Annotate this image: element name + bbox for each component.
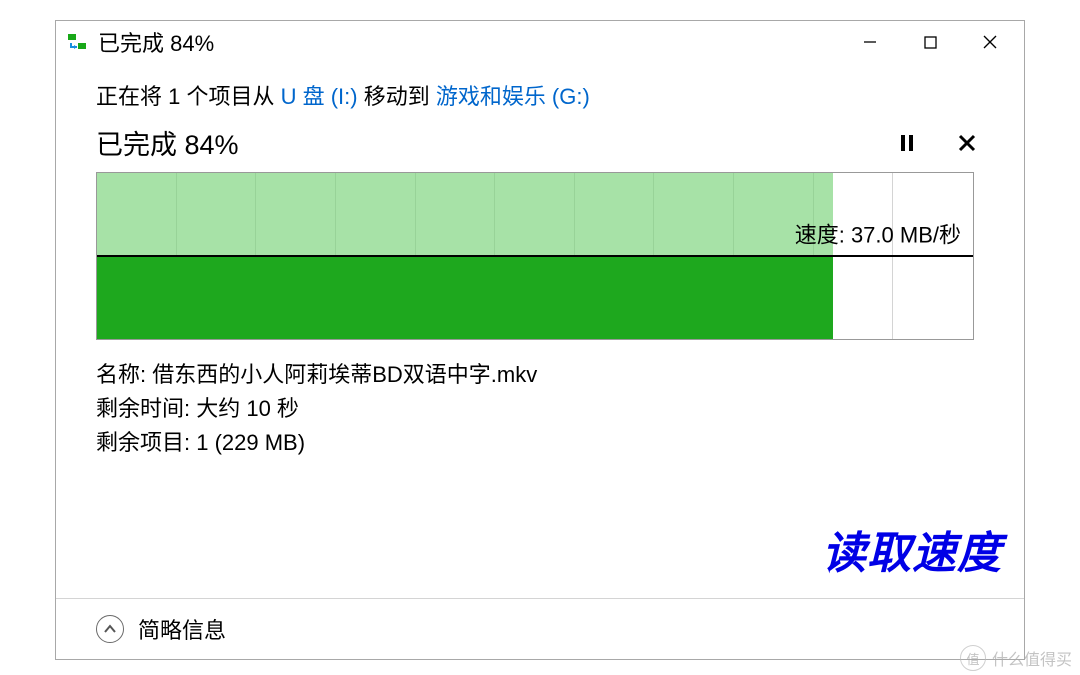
chart-fill-lower [97, 256, 833, 339]
annotation-overlay: 读取速度 [822, 517, 1002, 581]
items-remaining-row: 剩余项目: 1 (229 MB) [96, 426, 984, 460]
transfer-description: 正在将 1 个项目从 U 盘 (I:) 移动到 游戏和娱乐 (G:) [96, 79, 984, 111]
name-label: 名称: [96, 362, 152, 387]
status-text: 已完成 84% [96, 123, 239, 162]
window-controls [840, 22, 1020, 62]
items-value: 1 (229 MB) [196, 430, 305, 455]
source-location-link[interactable]: U 盘 (I:) [281, 84, 358, 109]
watermark-text: 什么值得买 [992, 646, 1072, 670]
maximize-button[interactable] [900, 22, 960, 62]
window-title: 已完成 84% [98, 26, 840, 58]
transfer-icon [68, 32, 88, 52]
speed-label: 速度: 37.0 MB/秒 [795, 218, 961, 250]
titlebar: 已完成 84% [56, 21, 1024, 63]
time-value: 大约 10 秒 [196, 396, 299, 421]
desc-mid: 移动到 [358, 84, 436, 109]
dest-location-link[interactable]: 游戏和娱乐 (G:) [436, 84, 590, 109]
desc-prefix: 正在将 1 个项目从 [96, 84, 281, 109]
minimize-button[interactable] [840, 22, 900, 62]
watermark-badge: 值 [960, 645, 986, 671]
status-row: 已完成 84% [96, 123, 984, 162]
chevron-up-icon [103, 624, 117, 634]
file-name-row: 名称: 借东西的小人阿莉埃蒂BD双语中字.mkv [96, 358, 984, 392]
watermark: 值 什么值得买 [952, 641, 1080, 675]
chart-fill-upper [97, 173, 833, 256]
transfer-details: 名称: 借东西的小人阿莉埃蒂BD双语中字.mkv 剩余时间: 大约 10 秒 剩… [96, 358, 984, 460]
toggle-details-label[interactable]: 简略信息 [138, 613, 226, 645]
time-remaining-row: 剩余时间: 大约 10 秒 [96, 392, 984, 426]
cancel-button[interactable] [956, 132, 978, 154]
items-label: 剩余项目: [96, 430, 196, 455]
transfer-speed-chart: 速度: 37.0 MB/秒 [96, 172, 974, 340]
chart-speed-line [97, 255, 973, 257]
operation-buttons [896, 132, 984, 154]
content-area: 正在将 1 个项目从 U 盘 (I:) 移动到 游戏和娱乐 (G:) 已完成 8… [56, 63, 1024, 598]
close-button[interactable] [960, 22, 1020, 62]
toggle-details-button[interactable] [96, 615, 124, 643]
name-value: 借东西的小人阿莉埃蒂BD双语中字.mkv [152, 362, 537, 387]
time-label: 剩余时间: [96, 396, 196, 421]
pause-button[interactable] [896, 132, 918, 154]
file-transfer-dialog: 已完成 84% 正在将 1 个项目从 U 盘 (I:) 移动到 游戏和娱乐 (G… [55, 20, 1025, 660]
dialog-footer: 简略信息 [56, 598, 1024, 659]
